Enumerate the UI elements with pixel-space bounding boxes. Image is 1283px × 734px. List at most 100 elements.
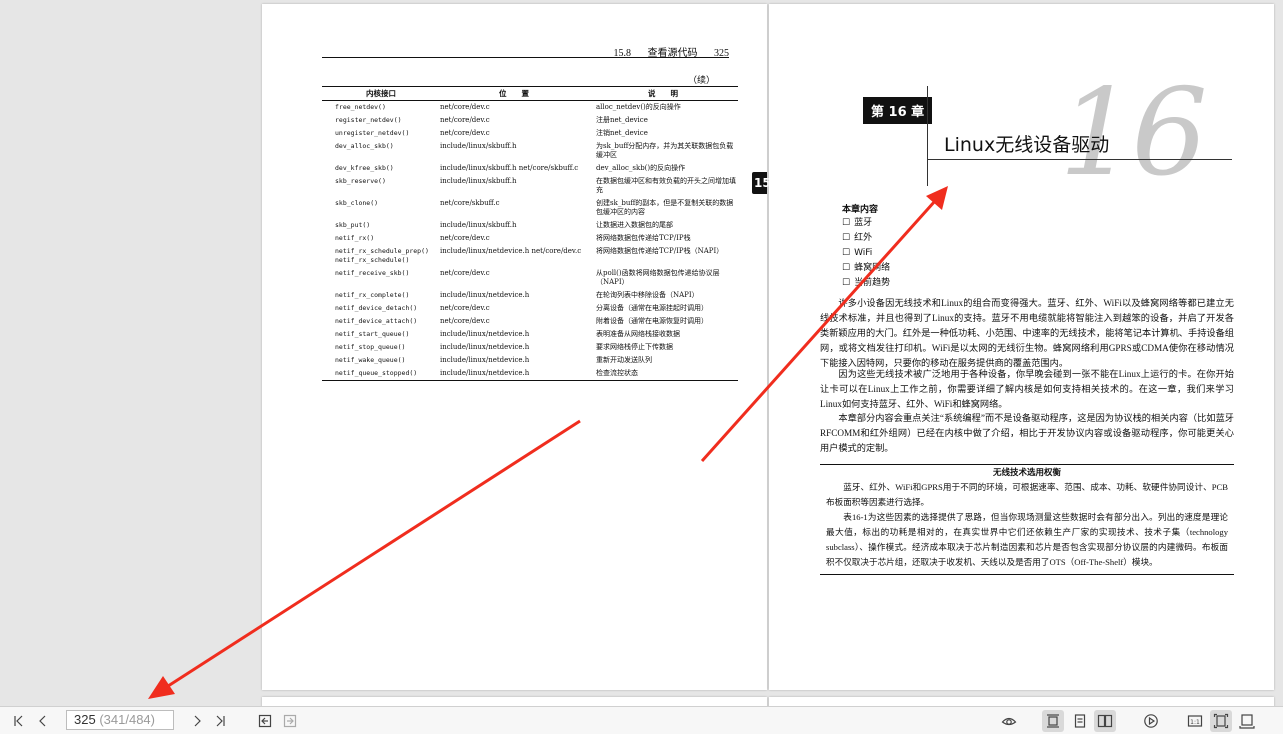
chapter-title: Linux无线设备驱动: [944, 134, 1110, 156]
chapter-badge: 第 16 章: [863, 97, 933, 124]
fit-page-button[interactable]: [1210, 710, 1232, 732]
chapter-rule-horizontal: [927, 159, 1232, 160]
table-cell-description: 附着设备（通常在电源恢复时调用）: [596, 317, 708, 325]
last-page-button[interactable]: [209, 710, 231, 732]
table-cell-interface: netif_device_detach(): [335, 304, 418, 312]
previous-page-button[interactable]: [32, 710, 54, 732]
table-cell-description: 从poll()函数将网络数据包传递给协议层（NAPI）: [596, 269, 720, 286]
table-cell-location: include/linux/netdevice.h: [440, 330, 530, 338]
chapter-contents-list: 蓝牙 红外 WiFi 蜂窝网络 当前趋势: [842, 216, 890, 291]
table-cell-description: 要求网络栈停止下传数据: [596, 343, 673, 351]
table-cell-description: 为sk_buff分配内存，并为其关联数据包负载缓冲区: [596, 142, 734, 159]
sidebar-box: 无线技术选用权衡 蓝牙、红外、WiFi和GPRS用于不同的环境，可根据速率、范围…: [820, 464, 1234, 575]
page-325: 15.8 查看源代码 325 （续） 内核接口 位 置 说 明 free_net…: [262, 4, 767, 690]
actual-size-button[interactable]: 1:1: [1184, 710, 1206, 732]
table-cell-interface: netif_rx_schedule_prep() netif_rx_schedu…: [335, 247, 429, 264]
reading-mode-button[interactable]: [998, 710, 1020, 732]
table-row: skb_put() include/linux/skbuff.h 让数据进入数据包的…: [322, 219, 738, 232]
list-item: 红外: [842, 231, 890, 246]
table-cell-location: include/linux/netdevice.h: [440, 291, 530, 299]
table-cell-interface: netif_stop_queue(): [335, 343, 406, 351]
table-cell-description: 让数据进入数据包的尾部: [596, 221, 673, 229]
table-cell-location: net/core/dev.c: [440, 317, 490, 325]
table-cell-location: include/linux/netdevice.h: [440, 343, 530, 351]
single-page-icon: [1074, 714, 1086, 728]
fit-width-button[interactable]: [1236, 710, 1258, 732]
back-button[interactable]: [254, 710, 276, 732]
table-cell-interface: unregister_netdev(): [335, 129, 410, 137]
forward-arrow-icon: [283, 714, 297, 728]
two-page-icon: [1097, 714, 1113, 728]
table-row: netif_rx_schedule_prep() netif_rx_schedu…: [322, 245, 738, 267]
table-cell-interface: skb_reserve(): [335, 177, 386, 185]
eye-icon: [1001, 717, 1017, 726]
table-cell-location: net/core/dev.c: [440, 304, 490, 312]
header-section: 15.8: [613, 48, 632, 59]
table-cell-description: 创建sk_buff的副本，但是不复制关联的数据包缓冲区的内容: [596, 199, 734, 216]
first-page-button[interactable]: [8, 710, 30, 732]
chapter-rule-vertical: [927, 86, 928, 186]
table-continued-label: （续）: [687, 75, 715, 85]
current-page-value: 325: [74, 712, 96, 727]
chevron-left-icon: [39, 715, 46, 727]
list-item: WiFi: [842, 246, 890, 261]
svg-text:1:1: 1:1: [1190, 719, 1200, 726]
table-cell-interface: netif_rx_complete(): [335, 291, 410, 299]
table-row: free_netdev() net/core/dev.c alloc_netdev(…: [322, 101, 738, 115]
table-cell-description: 注销net_device: [596, 129, 648, 137]
fit-width-icon: [1239, 714, 1255, 729]
first-page-icon: [14, 715, 23, 727]
chevron-right-icon: [194, 715, 201, 727]
sidebar-box-paragraph: 表16-1为这些因素的选择提供了思路，但当你现场测量这些数据时会有部分出入。列出…: [826, 512, 1228, 567]
header-section-title: 查看源代码: [647, 48, 698, 59]
sidebar-box-title: 无线技术选用权衡: [992, 468, 1061, 478]
page-number-input[interactable]: 325 (341/484): [66, 710, 174, 730]
table-cell-location: include/linux/skbuff.h: [440, 221, 517, 229]
table-cell-location: net/core/dev.c: [440, 269, 490, 277]
running-header: 15.8 查看源代码 325: [322, 44, 729, 59]
table-cell-location: include/linux/skbuff.h: [440, 177, 517, 185]
table-row: dev_kfree_skb() include/linux/skbuff.h ne…: [322, 162, 738, 175]
table-row: dev_alloc_skb() include/linux/skbuff.h 为sk…: [322, 140, 738, 162]
forward-button[interactable]: [279, 710, 301, 732]
table-cell-location: include/linux/netdevice.h: [440, 367, 588, 381]
table-cell-location: include/linux/skbuff.h net/core/skbuff.c: [440, 164, 579, 172]
two-page-button[interactable]: [1094, 710, 1116, 732]
table-cell-interface: netif_start_queue(): [335, 330, 410, 338]
page-326: 16 第 16 章 Linux无线设备驱动 本章内容 蓝牙 红外 WiFi 蜂窝…: [769, 4, 1274, 690]
body-paragraph: 因为这些无线技术被广泛地用于各种设备，你早晚会碰到一张不能在Linux上运行的卡…: [820, 369, 1234, 409]
table-cell-interface: netif_device_attach(): [335, 317, 418, 325]
single-page-button[interactable]: [1069, 710, 1091, 732]
table-cell-interface: netif_wake_queue(): [335, 356, 406, 364]
header-page-number: 325: [714, 48, 729, 59]
column-header: 说 明: [588, 86, 738, 101]
table-row: netif_queue_stopped() include/linux/netde…: [322, 367, 738, 381]
document-viewport[interactable]: 15.8 查看源代码 325 （续） 内核接口 位 置 说 明 free_net…: [0, 0, 1283, 706]
play-icon: [1144, 714, 1158, 728]
table-cell-description: 在轮询列表中移除设备（NAPI）: [596, 291, 699, 299]
play-button[interactable]: [1140, 710, 1162, 732]
body-paragraph: 许多小设备因无线技术和Linux的组合而变得强大。蓝牙、红外、WiFi以及蜂窝网…: [820, 298, 1234, 368]
page-next-left: [262, 697, 767, 706]
table-row: unregister_netdev() net/core/dev.c 注销net_d…: [322, 127, 738, 140]
table-cell-description: 表明准备从网络栈接收数据: [596, 330, 680, 338]
table-cell-description: alloc_netdev()的反向操作: [596, 103, 681, 111]
next-page-button[interactable]: [186, 710, 208, 732]
table-row: register_netdev() net/core/dev.c 注册net_dev…: [322, 114, 738, 127]
table-row: netif_wake_queue() include/linux/netdevic…: [322, 354, 738, 367]
table-row: netif_stop_queue() include/linux/netdevic…: [322, 341, 738, 354]
table-row: netif_rx_complete() include/linux/netdevi…: [322, 289, 738, 302]
table-row: netif_receive_skb() net/core/dev.c 从poll()…: [322, 267, 738, 289]
table-cell-location: net/core/dev.c: [440, 116, 490, 124]
table-row: skb_reserve() include/linux/skbuff.h 在数据包缓…: [322, 175, 738, 197]
column-header: 位 置: [440, 86, 588, 101]
table-cell-description: dev_alloc_skb()的反向操作: [596, 164, 686, 172]
continuous-scroll-button[interactable]: [1042, 710, 1064, 732]
page-total-value: (341/484): [99, 712, 155, 727]
table-cell-description: 将网络数据包传递给TCP/IP栈: [596, 234, 691, 242]
table-cell-interface: dev_kfree_skb(): [335, 164, 394, 172]
page-next-right: [769, 697, 1274, 706]
back-arrow-icon: [258, 714, 272, 728]
table-cell-interface: register_netdev(): [335, 116, 402, 124]
chapter-side-tab: 15: [752, 172, 771, 194]
